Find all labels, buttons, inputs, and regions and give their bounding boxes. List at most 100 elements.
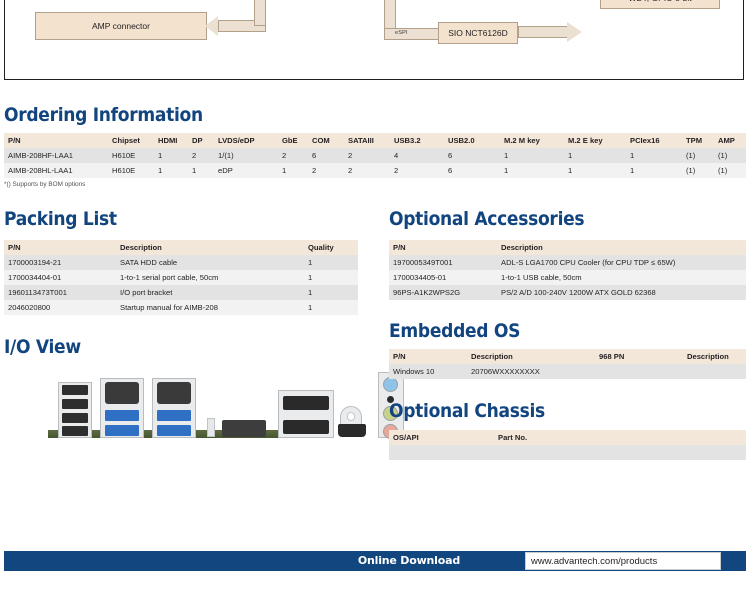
column-header: LVDS/eDP — [214, 133, 278, 148]
column-header: HDMI — [154, 133, 188, 148]
section-heading-optional-accessories: Optional Accessories — [389, 208, 585, 230]
table-cell: 1 — [564, 163, 626, 178]
table-cell — [595, 364, 683, 379]
table-cell: 1/(1) — [214, 148, 278, 163]
table-cell: 2 — [308, 163, 344, 178]
table-cell: 2 — [278, 148, 308, 163]
table-cell: 1 — [278, 163, 308, 178]
table-row: AIMB-208HL-LAA1 H610E 1 1 eDP 1 2 2 2 6 … — [4, 163, 746, 178]
table-cell: 1700034405-01 — [389, 270, 497, 285]
column-header: Description — [683, 349, 746, 364]
section-heading-optional-chassis: Optional Chassis — [389, 400, 545, 422]
column-header: Description — [467, 349, 595, 364]
table-cell: 1970005349T001 — [389, 255, 497, 270]
embedded-os-table: P/N Description 968 PN Description Windo… — [389, 349, 746, 379]
hdmi-shield-hole — [347, 412, 355, 421]
diagram-arrow-espi-bus — [384, 28, 444, 40]
table-cell: 1 — [626, 163, 682, 178]
table-cell: 1 — [154, 148, 188, 163]
table-row: 2046020800 Startup manual for AIMB-208 1 — [4, 300, 358, 315]
table-cell: 2 — [188, 148, 214, 163]
table-cell: 2 — [344, 148, 390, 163]
usb2-port — [62, 413, 88, 423]
table-cell: 96PS-A1K2WPS2G — [389, 285, 497, 300]
table-row: Windows 10 20706WXXXXXXXX — [389, 364, 746, 379]
column-header: OS/API — [389, 430, 494, 445]
column-header: M.2 E key — [564, 133, 626, 148]
table-cell: 1960113473T001 — [4, 285, 116, 300]
table-cell: 1 — [304, 300, 358, 315]
online-download-url-box[interactable]: www.advantech.com/products — [525, 552, 721, 570]
table-cell: 6 — [444, 163, 500, 178]
table-cell: (1) — [682, 148, 714, 163]
table-header-row: P/N Chipset HDMI DP LVDS/eDP GbE COM SAT… — [4, 133, 746, 148]
hdmi-port — [338, 424, 366, 437]
column-header: P/N — [389, 240, 497, 255]
line-in-jack — [383, 377, 398, 392]
diagram-box-sio: SIO NCT6126D — [438, 22, 518, 44]
column-header: Chipset — [108, 133, 154, 148]
table-cell: 1700034404-01 — [4, 270, 116, 285]
vga-port — [222, 420, 266, 437]
table-row: 1970005349T001 ADL-S LGA1700 CPU Cooler … — [389, 255, 746, 270]
diagram-arrow-riser-left — [254, 0, 266, 26]
column-header: Quality — [304, 240, 358, 255]
table-cell: 6 — [308, 148, 344, 163]
column-header: P/N — [4, 133, 108, 148]
table-cell: 6 — [444, 148, 500, 163]
table-cell: (1) — [714, 163, 746, 178]
table-header-row: P/N Description — [389, 240, 746, 255]
usb3-port — [105, 410, 139, 421]
table-cell: 1700003194-21 — [4, 255, 116, 270]
section-heading-packing-list: Packing List — [4, 208, 117, 230]
block-diagram: AMP connector eSPI SIO NCT6126D Nuvoton … — [4, 0, 744, 80]
diagram-box-label: SIO NCT6126D — [448, 27, 508, 38]
table-cell: H610E — [108, 148, 154, 163]
table-cell: AIMB-208HF-LAA1 — [4, 148, 108, 163]
table-header-row: OS/API Part No. — [389, 430, 746, 445]
rj45-lan-port — [157, 382, 191, 404]
table-cell — [494, 445, 746, 460]
table-cell: 1 — [500, 148, 564, 163]
column-header: USB2.0 — [444, 133, 500, 148]
displayport — [283, 420, 329, 434]
diagram-arrowhead-to-serial — [567, 22, 582, 42]
section-heading-ordering-information: Ordering Information — [4, 104, 203, 126]
table-header-row: P/N Description 968 PN Description — [389, 349, 746, 364]
optional-chassis-table: OS/API Part No. — [389, 430, 746, 460]
table-cell: ADL-S LGA1700 CPU Cooler (for CPU TDP ≤ … — [497, 255, 746, 270]
table-cell: 20706WXXXXXXXX — [467, 364, 595, 379]
table-cell: 1 — [626, 148, 682, 163]
table-cell: 2 — [344, 163, 390, 178]
table-cell: 1 — [188, 163, 214, 178]
column-header: SATAIII — [344, 133, 390, 148]
table-cell: 1 — [304, 285, 358, 300]
table-cell: 2046020800 — [4, 300, 116, 315]
column-header: Description — [497, 240, 746, 255]
diagram-arrowhead-left — [205, 16, 218, 36]
ordering-table-footnote: *() Supports by BOM options — [4, 181, 86, 188]
online-download-url[interactable]: www.advantech.com/products — [531, 556, 657, 567]
column-header: PCIex16 — [626, 133, 682, 148]
diagram-box-serial-ports: 1 x RS-232/422/485 5 x RS-232, WDT, GPIO… — [600, 0, 720, 9]
table-cell: 1 — [154, 163, 188, 178]
column-header: Description — [116, 240, 304, 255]
table-cell: 1 — [304, 255, 358, 270]
section-heading-io-view: I/O View — [4, 336, 81, 358]
column-header: USB3.2 — [390, 133, 444, 148]
io-panel-image — [40, 368, 404, 453]
table-row: 1700003194-21 SATA HDD cable 1 — [4, 255, 358, 270]
displayport — [283, 396, 329, 410]
diagram-arrow-sio-to-serial — [518, 26, 568, 38]
optional-accessories-table: P/N Description 1970005349T001 ADL-S LGA… — [389, 240, 746, 300]
diagram-arrow-espi-riser — [384, 0, 396, 30]
table-cell: 4 — [390, 148, 444, 163]
rj45-lan-port — [105, 382, 139, 404]
table-cell: SATA HDD cable — [116, 255, 304, 270]
column-header: GbE — [278, 133, 308, 148]
column-header: P/N — [4, 240, 116, 255]
table-cell: Startup manual for AIMB-208 — [116, 300, 304, 315]
usb2-port — [62, 426, 88, 436]
diagram-box-label-line3: WDT, GPIO 8-bit — [628, 0, 691, 4]
usb2-port — [62, 399, 88, 409]
